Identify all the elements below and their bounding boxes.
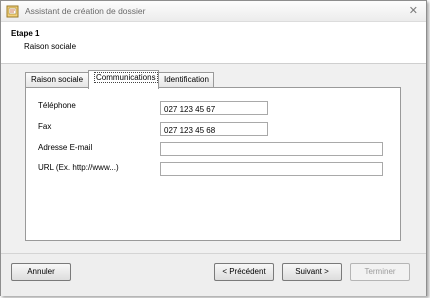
phone-field[interactable] [160,101,268,115]
phone-label: Téléphone [38,101,76,110]
url-field[interactable] [160,162,383,176]
next-button[interactable]: Suivant > [282,263,342,281]
button-bar: Annuler < Précédent Suivant > Terminer [1,253,426,296]
title-bar: Assistant de création de dossier ✕ [1,1,426,22]
url-label: URL (Ex. http://www...) [38,163,119,172]
tab-communications[interactable]: Communications [88,70,159,89]
close-icon[interactable]: ✕ [409,4,418,17]
email-field[interactable] [160,142,383,156]
wizard-window: Assistant de création de dossier ✕ Etape… [0,0,427,296]
tab-bar: Raison sociale Communications Identifica… [25,70,415,89]
app-icon [6,5,19,18]
tab-raison-sociale[interactable]: Raison sociale [25,72,89,87]
step-subtitle: Raison sociale [24,42,77,51]
tab-identification[interactable]: Identification [158,72,214,87]
finish-button[interactable]: Terminer [350,263,410,281]
window-title: Assistant de création de dossier [25,6,146,16]
email-label: Adresse E-mail [38,143,93,152]
tab-label: Identification [164,75,209,84]
fax-label: Fax [38,122,52,131]
cancel-button[interactable]: Annuler [11,263,71,281]
communications-panel: Téléphone Fax Adresse E-mail URL (Ex. ht… [25,87,401,241]
step-title: Etape 1 [11,29,40,38]
step-header: Etape 1 Raison sociale [1,22,426,64]
fax-field[interactable] [160,122,268,136]
previous-button[interactable]: < Précédent [214,263,274,281]
tab-label: Raison sociale [31,75,84,84]
tab-label: Communications [94,72,158,83]
